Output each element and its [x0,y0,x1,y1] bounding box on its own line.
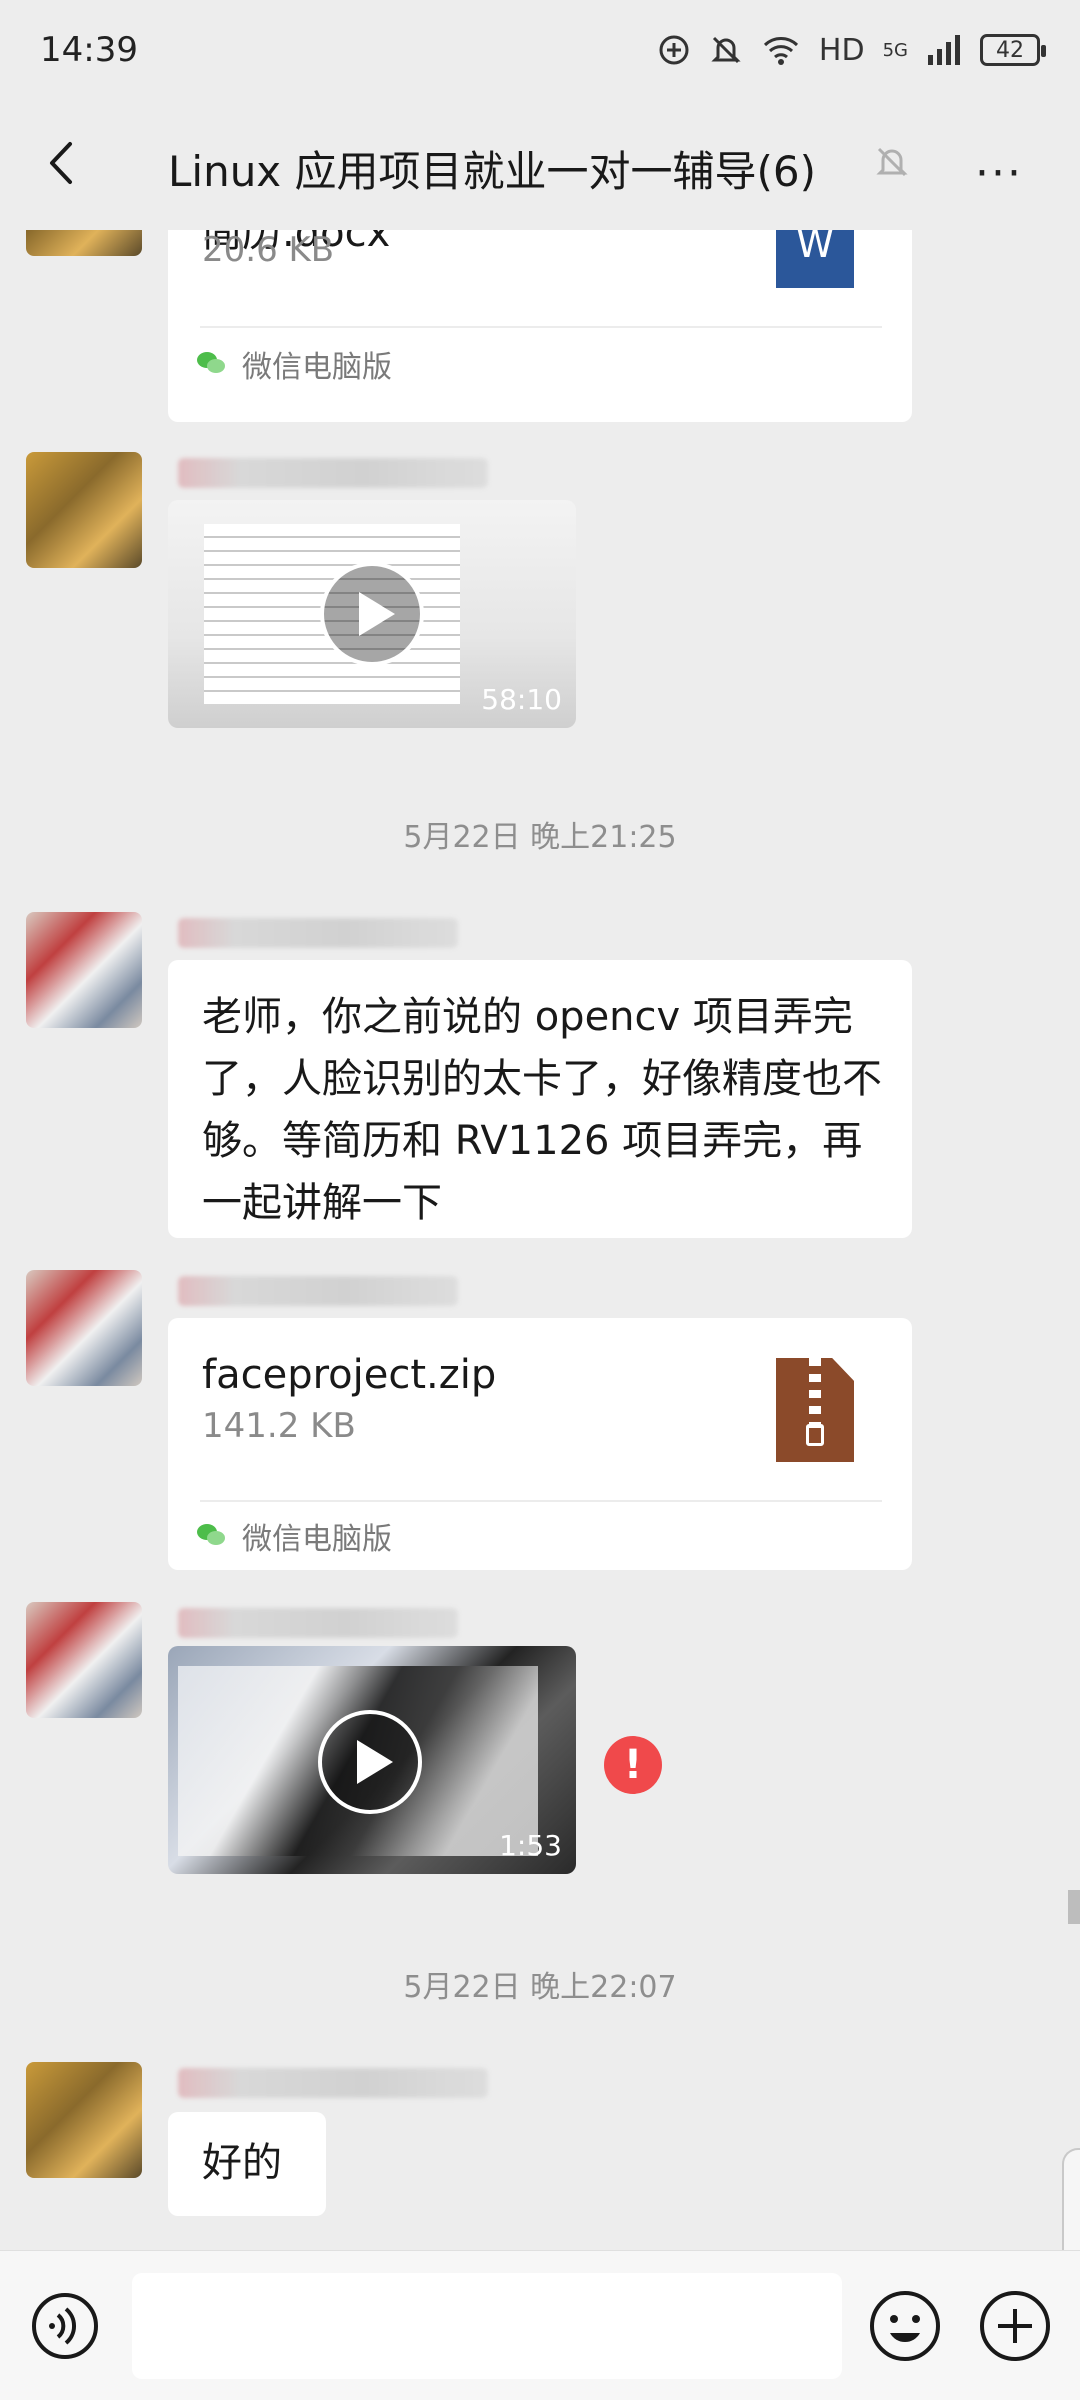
video-message[interactable]: 58:10 [168,500,576,728]
avatar[interactable] [26,912,142,1028]
chat-title: Linux 应用项目就业一对一辅导(6) [168,147,817,196]
status-time: 14:39 [40,30,138,70]
message-input[interactable] [132,2273,842,2379]
divider [200,326,882,328]
send-failed-icon[interactable]: ! [604,1736,662,1794]
battery-icon: 42 [980,34,1046,66]
wechat-icon [197,352,225,373]
avatar[interactable] [26,2062,142,2178]
text-message[interactable]: 好的 [168,2112,326,2216]
wifi-icon [763,37,798,65]
scroll-indicator[interactable] [1068,1890,1080,1924]
more-button[interactable]: ··· [975,148,1023,199]
avatar[interactable] [26,452,142,568]
status-bar: 14:39 HD 5G 42 [0,0,1080,100]
file-message[interactable]: faceproject.zip 141.2 KB 微信电脑版 [168,1318,912,1570]
emoji-icon[interactable] [868,2289,942,2363]
word-file-icon: W [776,230,854,288]
file-size: 20.6 KB [202,230,335,270]
file-source: 微信电脑版 [242,350,392,385]
video-message[interactable]: 1:53 [168,1646,576,1874]
sender-name [178,2068,488,2098]
timestamp: 5月22日 晚上21:25 [403,820,677,855]
avatar[interactable] [26,1602,142,1718]
file-name: faceproject.zip [202,1352,497,1398]
divider [200,1500,882,1502]
network-type: HD [818,32,865,68]
zip-file-icon [776,1358,854,1462]
play-icon[interactable] [320,562,424,666]
avatar[interactable] [26,1270,142,1386]
text-message[interactable]: 老师，你之前说的 opencv 项目弄完了，人脸识别的太卡了，好像精度也不够。等… [168,960,912,1238]
word-file-label: W [796,230,834,266]
data-saver-icon [659,35,689,65]
file-size: 141.2 KB [202,1406,356,1446]
chat-header: Linux 应用项目就业一对一辅导(6) ··· [0,100,1080,230]
battery-level: 42 [996,37,1024,63]
signal-bars-icon [928,35,960,65]
back-button[interactable] [38,138,88,188]
chat-messages[interactable]: 简历.docx 20.6 KB W 微信电脑版 58:10 5月22日 晚上21… [0,230,1080,2250]
message-text: 老师，你之前说的 opencv 项目弄完了，人脸识别的太卡了，好像精度也不够。等… [202,994,882,1226]
video-duration: 1:53 [499,1829,562,1862]
wechat-icon [197,1524,225,1545]
status-icons: HD 5G 42 [657,32,1046,68]
signal-type: 5G [882,39,908,61]
mute-icon [876,147,908,177]
sender-name [178,1608,458,1638]
video-duration: 58:10 [481,683,562,716]
plus-icon[interactable] [978,2289,1052,2363]
timestamp: 5月22日 晚上22:07 [403,1970,677,2005]
message-text: 好的 [202,2140,282,2186]
play-icon[interactable] [318,1710,422,1814]
sender-name [178,1276,458,1306]
avatar[interactable] [26,230,142,256]
sender-name [178,918,458,948]
voice-icon[interactable] [30,2291,100,2361]
sender-name [178,458,488,488]
mute-bell-icon [711,36,741,64]
input-bar [0,2250,1080,2400]
file-source: 微信电脑版 [242,1522,392,1557]
file-message[interactable]: 简历.docx 20.6 KB W 微信电脑版 [168,230,912,422]
